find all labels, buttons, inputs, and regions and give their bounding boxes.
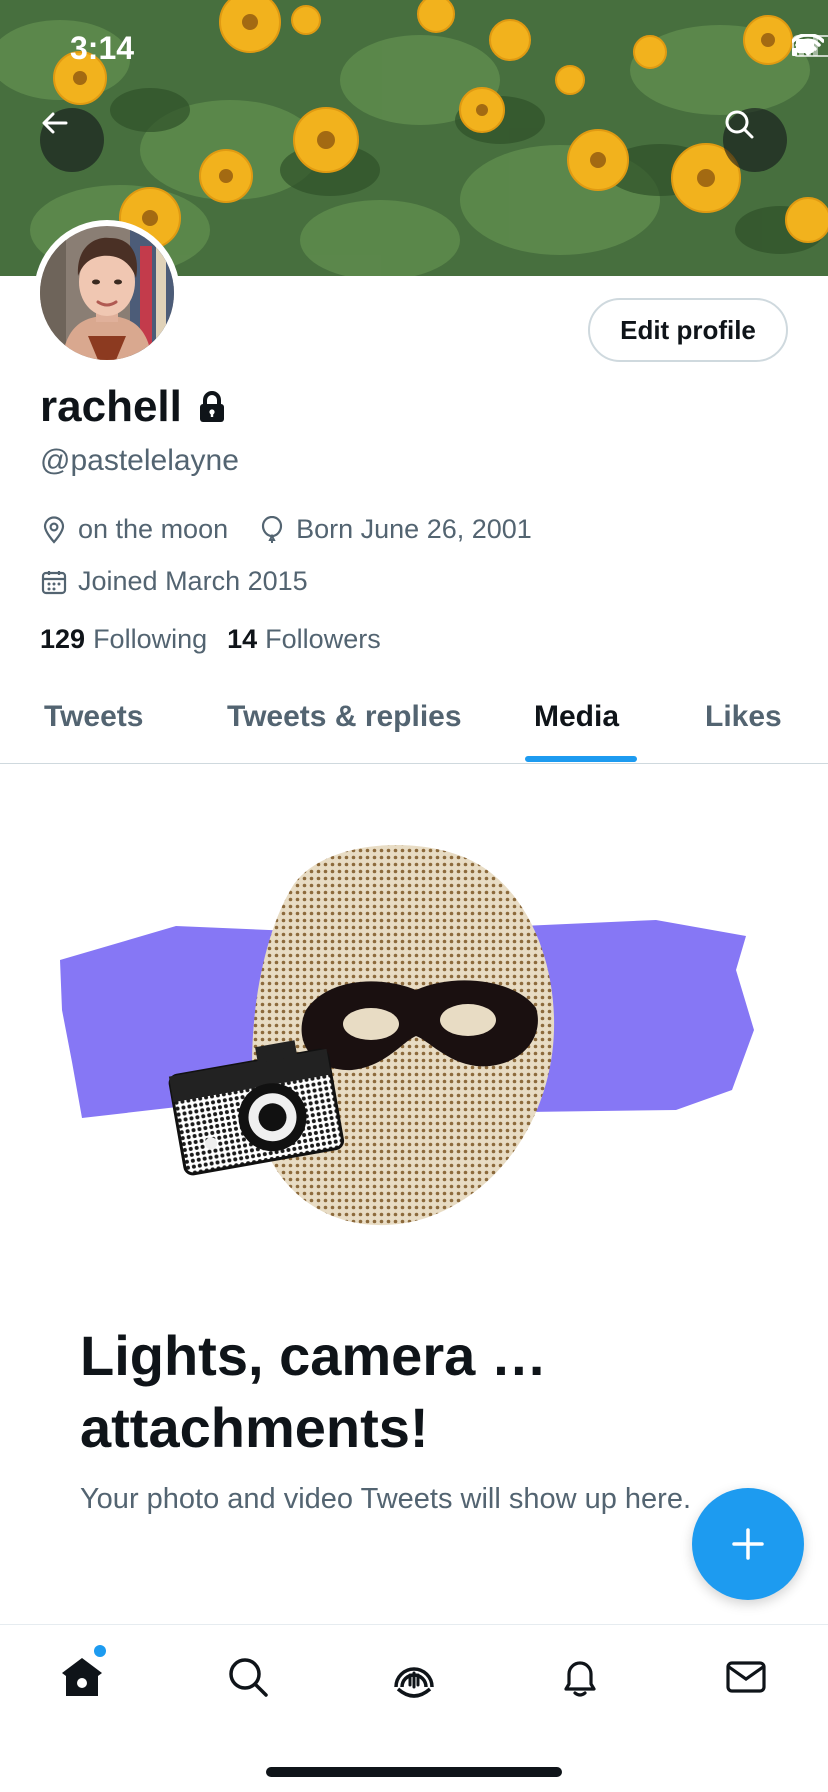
followers-label: Followers [265, 624, 381, 654]
empty-state-subtitle: Your photo and video Tweets will show up… [80, 1483, 692, 1515]
status-bar: 3:14 [0, 0, 828, 100]
compose-tweet-button[interactable] [692, 1488, 804, 1600]
tab-tweets-replies[interactable]: Tweets & replies [227, 686, 462, 764]
avatar-image [40, 226, 174, 360]
tab-tweets[interactable]: Tweets [44, 686, 143, 764]
bell-icon [564, 1661, 596, 1697]
lock-icon [199, 391, 224, 422]
spaces-icon [394, 1667, 434, 1698]
following-count: 129 [40, 624, 86, 654]
home-indicator [266, 1767, 562, 1777]
location-text: on the moon [78, 514, 229, 544]
tab-likes[interactable]: Likes [705, 686, 782, 764]
joined-text: Joined March 2015 [78, 566, 308, 596]
followers-count: 14 [227, 624, 258, 654]
nav-spaces[interactable] [384, 1647, 444, 1707]
active-tab-indicator [525, 756, 637, 762]
battery-icon [792, 35, 828, 57]
nav-notifications[interactable] [550, 1647, 610, 1707]
profile-meta-row: on the moon Born June 26, 2001 [40, 514, 562, 545]
calendar-icon [41, 570, 67, 594]
location-pin-icon [43, 515, 65, 544]
home-icon [62, 1658, 102, 1696]
arrow-left-icon [42, 112, 68, 134]
profile-tabs: Tweets Tweets & replies Media Likes [0, 686, 828, 764]
following-link[interactable]: 129 Following [40, 624, 207, 655]
follow-stats: 129 Following 14 Followers [40, 624, 381, 655]
search-icon [229, 1658, 268, 1697]
location: on the moon [40, 514, 228, 545]
edit-profile-button[interactable]: Edit profile [588, 298, 788, 362]
nav-search[interactable] [218, 1647, 278, 1707]
balloon-icon [262, 515, 283, 543]
bottom-navigation [0, 1624, 828, 1792]
avatar[interactable] [34, 220, 180, 366]
following-label: Following [93, 624, 208, 654]
search-button[interactable] [723, 108, 787, 172]
mail-icon [726, 1661, 766, 1693]
empty-state-illustration [56, 840, 780, 1240]
status-time: 3:14 [70, 30, 135, 66]
display-name: rachell [40, 382, 182, 431]
profile-meta-row: Joined March 2015 [40, 566, 338, 597]
followers-link[interactable]: 14 Followers [227, 624, 381, 655]
search-icon [725, 110, 754, 139]
birthday: Born June 26, 2001 [258, 514, 532, 545]
nav-messages[interactable] [716, 1647, 776, 1707]
notification-dot [94, 1645, 106, 1657]
back-button[interactable] [40, 108, 104, 172]
joined-date: Joined March 2015 [40, 566, 308, 597]
empty-state-title: Lights, camera … attachments! [80, 1324, 547, 1459]
plus-icon [732, 1528, 764, 1560]
display-name-row: rachell [40, 382, 226, 432]
birthday-text: Born June 26, 2001 [296, 514, 532, 544]
tab-media[interactable]: Media [534, 686, 619, 764]
handle: @pastelelayne [40, 444, 239, 477]
